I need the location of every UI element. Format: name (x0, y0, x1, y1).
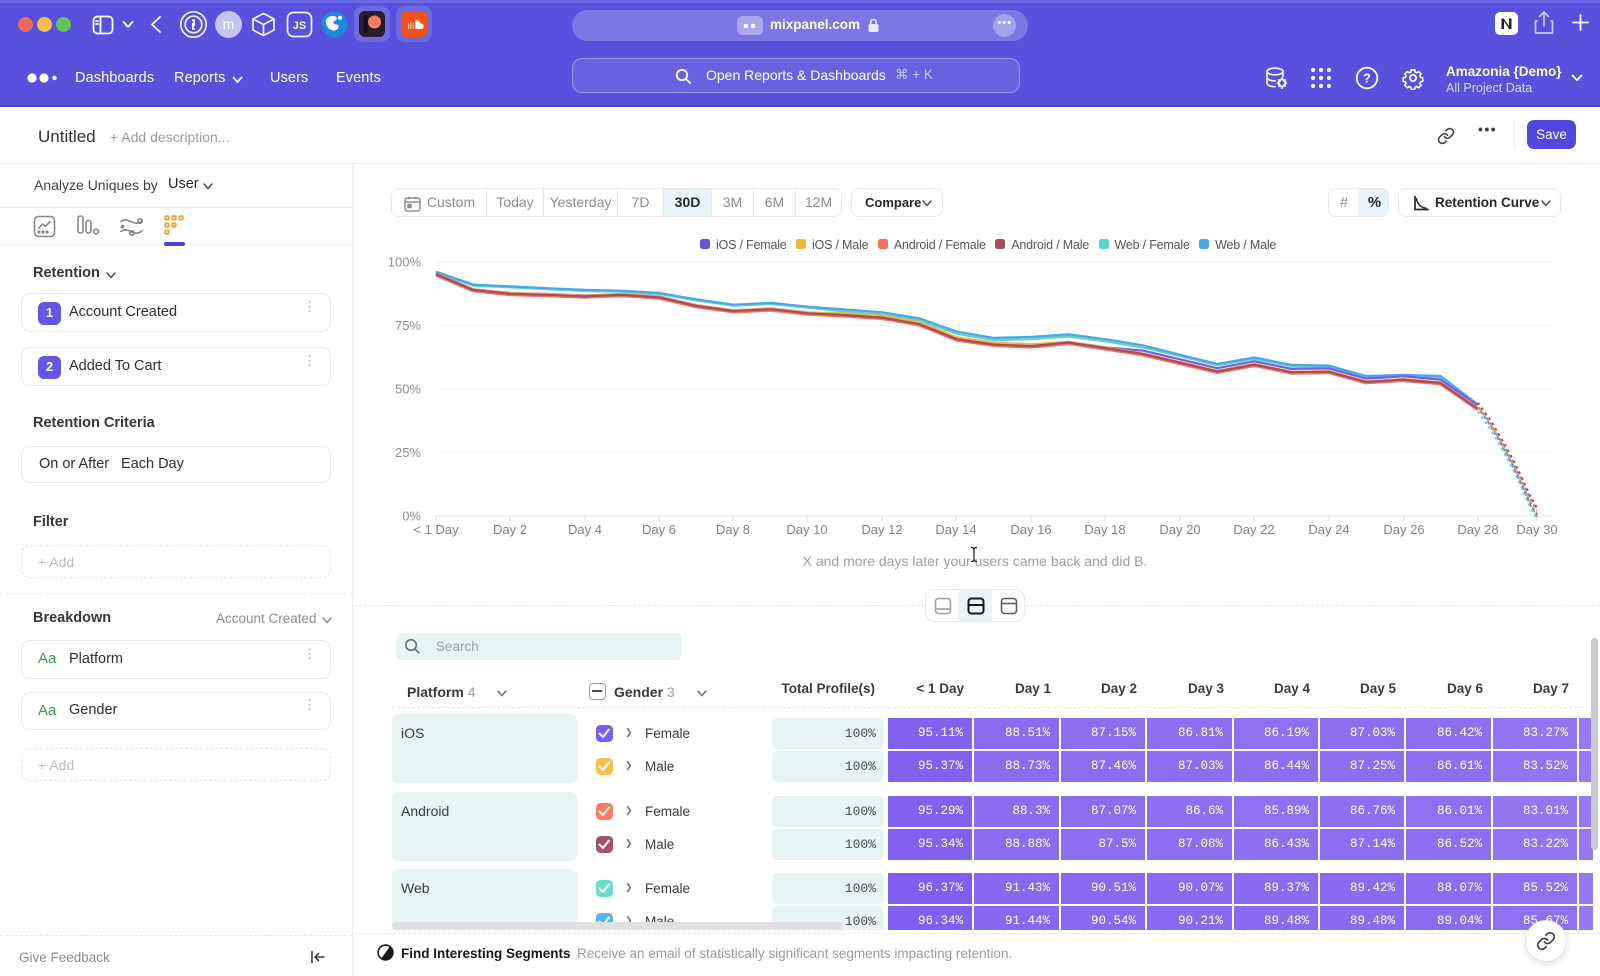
svg-text:100%: 100% (388, 255, 422, 270)
svg-text:75%: 75% (395, 318, 421, 333)
svg-text:Day 16: Day 16 (1010, 522, 1051, 537)
svg-text:Day 4: Day 4 (568, 522, 602, 537)
svg-text:Day 6: Day 6 (642, 522, 676, 537)
svg-text:Day 22: Day 22 (1233, 522, 1274, 537)
svg-text:Day 18: Day 18 (1084, 522, 1125, 537)
svg-text:< 1 Day: < 1 Day (413, 522, 459, 537)
svg-text:Day 14: Day 14 (935, 522, 976, 537)
svg-text:Day 10: Day 10 (786, 522, 827, 537)
svg-text:Day 30: Day 30 (1516, 522, 1557, 537)
svg-text:Day 20: Day 20 (1159, 522, 1200, 537)
svg-text:0%: 0% (402, 509, 421, 524)
svg-text:Day 2: Day 2 (493, 522, 527, 537)
svg-text:25%: 25% (395, 445, 421, 460)
svg-text:Day 12: Day 12 (861, 522, 902, 537)
svg-text:Day 28: Day 28 (1457, 522, 1498, 537)
svg-text:JS: JS (293, 20, 306, 32)
svg-text:Day 24: Day 24 (1308, 522, 1349, 537)
svg-text:?: ? (1363, 72, 1371, 86)
svg-text:Day 26: Day 26 (1383, 522, 1424, 537)
svg-text:Day 8: Day 8 (716, 522, 750, 537)
svg-text:50%: 50% (395, 382, 421, 397)
